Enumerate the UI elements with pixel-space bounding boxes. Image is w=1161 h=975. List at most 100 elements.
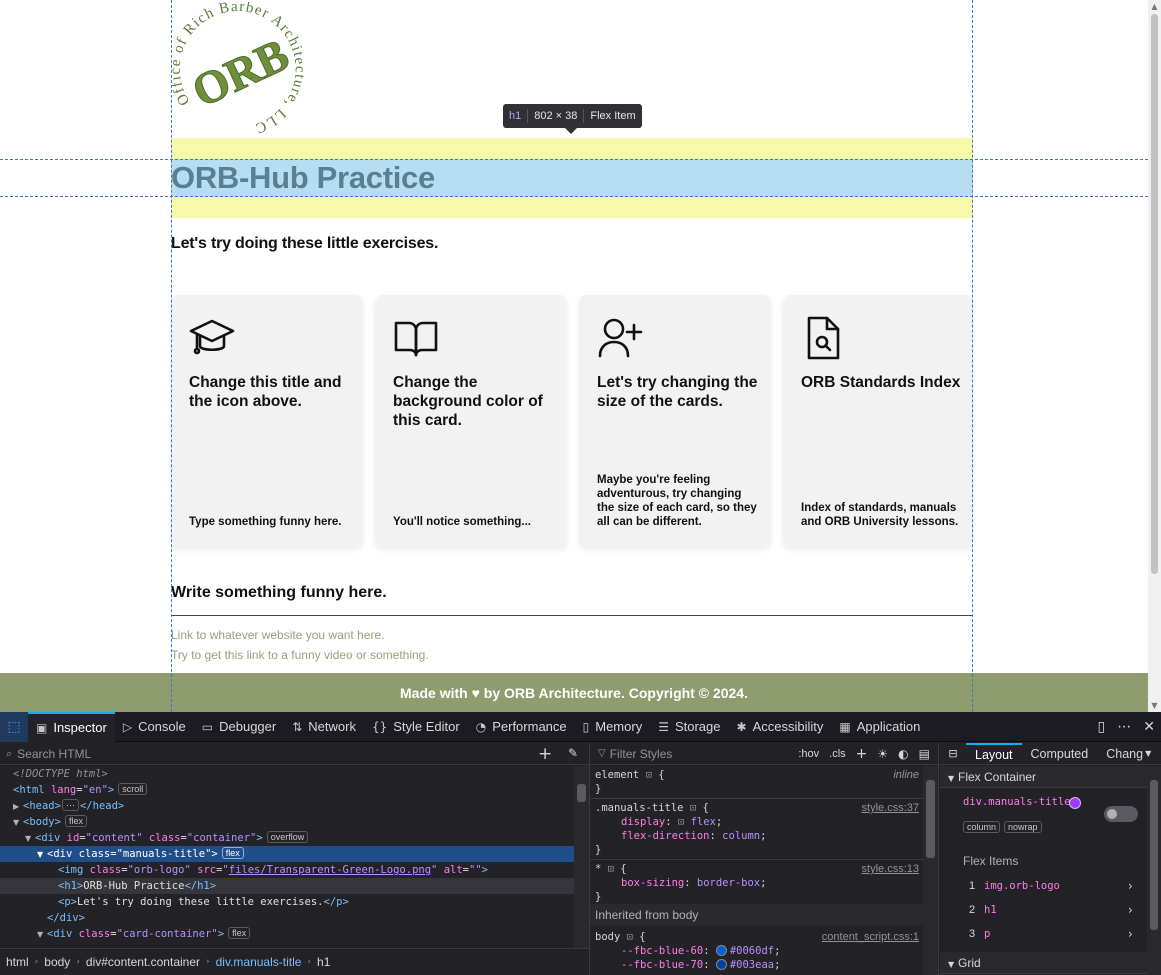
tab-performance[interactable]: ◔ Performance	[468, 712, 575, 742]
tab-computed[interactable]: Computed	[1022, 743, 1098, 765]
declaration[interactable]: flex-direction: column;	[590, 829, 923, 843]
tree-node[interactable]: <img class="orb-logo" src="files/Transpa…	[0, 862, 574, 878]
flex-item-row[interactable]: 3 p ›	[940, 922, 1147, 946]
eyedropper-icon[interactable]: ✎	[568, 746, 578, 760]
declaration[interactable]: box-sizing: border-box;	[590, 876, 923, 890]
chevron-down-icon[interactable]: ▼	[1145, 749, 1151, 758]
color-swatch[interactable]	[715, 945, 727, 956]
cls-toggle-button[interactable]: .cls	[829, 748, 846, 760]
flex-item-row[interactable]: 1 img.orb-logo ›	[940, 874, 1147, 898]
property-value[interactable]: border-box	[697, 877, 760, 889]
tab-memory[interactable]: ▯ Memory	[575, 712, 651, 742]
property-value[interactable]: flex	[691, 816, 716, 828]
property-name[interactable]: flex-direction	[621, 830, 710, 842]
tab-console[interactable]: ▷ Console	[115, 712, 194, 742]
rule-source-link[interactable]: style.css:13	[862, 862, 919, 876]
scrollbar-thumb[interactable]	[577, 784, 586, 802]
collapse-arrow-icon[interactable]: ▼	[948, 954, 958, 975]
tab-application[interactable]: ▦ Application	[831, 712, 928, 742]
layout-scrollbar[interactable]	[1147, 766, 1161, 975]
scroll-down-arrow-icon[interactable]: ▼	[1150, 701, 1159, 710]
card[interactable]: Change the background color of this card…	[375, 295, 567, 548]
collapse-arrow-icon[interactable]: ▼	[948, 768, 958, 790]
rules-scrollbar[interactable]	[923, 766, 938, 975]
add-rule-icon[interactable]: +	[856, 746, 868, 762]
collapse-arrow-icon[interactable]: ▼	[37, 927, 47, 943]
tab-inspector[interactable]: ▣ Inspector	[28, 711, 115, 742]
card[interactable]: ORB Standards Index Index of standards, …	[783, 295, 973, 548]
scrollbar-thumb[interactable]	[926, 780, 935, 858]
flexbox-highlight-toggle[interactable]	[1104, 806, 1138, 822]
tree-node[interactable]: ▼ <div class="card-container"> flex	[0, 926, 574, 942]
property-name[interactable]: display	[621, 816, 665, 828]
search-html-input[interactable]: Search HTML	[17, 747, 91, 761]
tree-node[interactable]: ▼ <div id="content" class="container"> ove…	[0, 830, 574, 846]
flexbox-highlight-swatch[interactable]	[1069, 797, 1081, 809]
rule-source-link[interactable]: content_script.css:1	[822, 930, 919, 944]
tab-debugger[interactable]: ▭ Debugger	[194, 712, 284, 742]
container-name[interactable]: div.manuals-title	[963, 796, 1070, 808]
color-swatch[interactable]	[715, 959, 727, 970]
scroll-up-arrow-icon[interactable]: ▲	[1150, 2, 1159, 11]
scroll-badge[interactable]: scroll	[118, 783, 148, 795]
collapse-arrow-icon[interactable]: ▼	[37, 847, 47, 863]
tree-node[interactable]: <html lang="en"> scroll	[0, 782, 574, 798]
more-options-icon[interactable]: ⋯	[1117, 719, 1131, 735]
flex-container-header[interactable]: ▼ Flex Container	[940, 766, 1147, 788]
element-picker-icon[interactable]: ⬚	[0, 711, 28, 742]
declaration[interactable]: --fbc-blue-70: #003eaa;	[590, 958, 923, 972]
collapse-arrow-icon[interactable]: ▼	[25, 831, 35, 847]
rule-source-link[interactable]: style.css:37	[862, 801, 919, 815]
hov-toggle-button[interactable]: :hov	[798, 748, 819, 760]
add-node-icon[interactable]: +	[538, 744, 552, 764]
breadcrumb-item[interactable]: div.manuals-title	[216, 955, 302, 969]
website-link[interactable]: Link to whatever website you want here.	[171, 628, 384, 642]
property-name[interactable]: --fbc-blue-60	[621, 945, 703, 957]
video-link[interactable]: Try to get this link to a funny video or…	[171, 648, 429, 662]
close-icon[interactable]: ✕	[1143, 719, 1155, 735]
property-value[interactable]: column	[722, 830, 760, 842]
tab-changes[interactable]: Chang	[1097, 743, 1143, 765]
expand-arrow-icon[interactable]: ▶	[13, 799, 23, 815]
tree-node[interactable]: <!DOCTYPE html>	[0, 766, 574, 782]
tab-layout[interactable]: Layout	[966, 742, 1022, 765]
print-media-icon[interactable]: ▤	[919, 747, 930, 761]
tree-node[interactable]: ▼ <body> flex	[0, 814, 574, 830]
breadcrumb-item[interactable]: div#content.container	[86, 955, 200, 969]
property-name[interactable]: box-sizing	[621, 877, 684, 889]
tree-node-selected[interactable]: ▼ <div class="manuals-title"> flex	[0, 846, 574, 862]
collapse-arrow-icon[interactable]: ▼	[13, 815, 23, 831]
flex-badge[interactable]: flex	[228, 927, 251, 939]
declaration[interactable]: --fbc-blue-60: #0060df;	[590, 944, 923, 958]
grid-header[interactable]: ▼ Grid	[940, 952, 1147, 974]
responsive-design-icon[interactable]: ▯	[1098, 719, 1106, 735]
dark-mode-icon[interactable]: ◐	[898, 747, 908, 761]
declaration[interactable]: display: ⊡ flex;	[590, 815, 923, 829]
overflow-badge[interactable]: overflow	[266, 831, 309, 843]
src-link[interactable]: files/Transparent-Green-Logo.png	[229, 864, 431, 876]
property-value[interactable]: #003eaa	[730, 959, 774, 971]
card[interactable]: Change this title and the icon above. Ty…	[171, 295, 363, 548]
flex-badge[interactable]: flex	[221, 847, 244, 859]
page-scrollbar[interactable]: ▲ ▼	[1148, 0, 1161, 712]
tree-node[interactable]: <p>Let's try doing these little exercise…	[0, 894, 574, 910]
tree-node[interactable]: ▶ <head> ⋯ </head>	[0, 798, 574, 814]
property-name[interactable]: --fbc-blue-70	[621, 959, 703, 971]
tab-accessibility[interactable]: ✱ Accessibility	[729, 712, 832, 742]
flex-item-row[interactable]: 2 h1 ›	[940, 898, 1147, 922]
tree-node[interactable]: </div>	[0, 910, 574, 926]
scrollbar-thumb[interactable]	[1151, 14, 1158, 574]
filter-styles-input[interactable]: Filter Styles	[610, 747, 673, 761]
breadcrumb-item[interactable]: html	[6, 955, 29, 969]
property-value[interactable]: #0060df	[730, 945, 774, 957]
breadcrumb-item[interactable]: body	[44, 955, 70, 969]
tree-node-hovered[interactable]: <h1>ORB-Hub Practice</h1>	[0, 878, 574, 894]
breadcrumb-item[interactable]: h1	[317, 955, 330, 969]
tab-storage[interactable]: ☰ Storage	[650, 712, 728, 742]
tab-network[interactable]: ⇅ Network	[284, 712, 364, 742]
toggle-sidebar-icon[interactable]: ⊟	[940, 747, 966, 760]
light-mode-icon[interactable]: ☀	[877, 747, 888, 761]
markup-scrollbar[interactable]	[574, 766, 589, 948]
flex-badge[interactable]: flex	[64, 815, 87, 827]
card[interactable]: Let's try changing the size of the cards…	[579, 295, 771, 548]
